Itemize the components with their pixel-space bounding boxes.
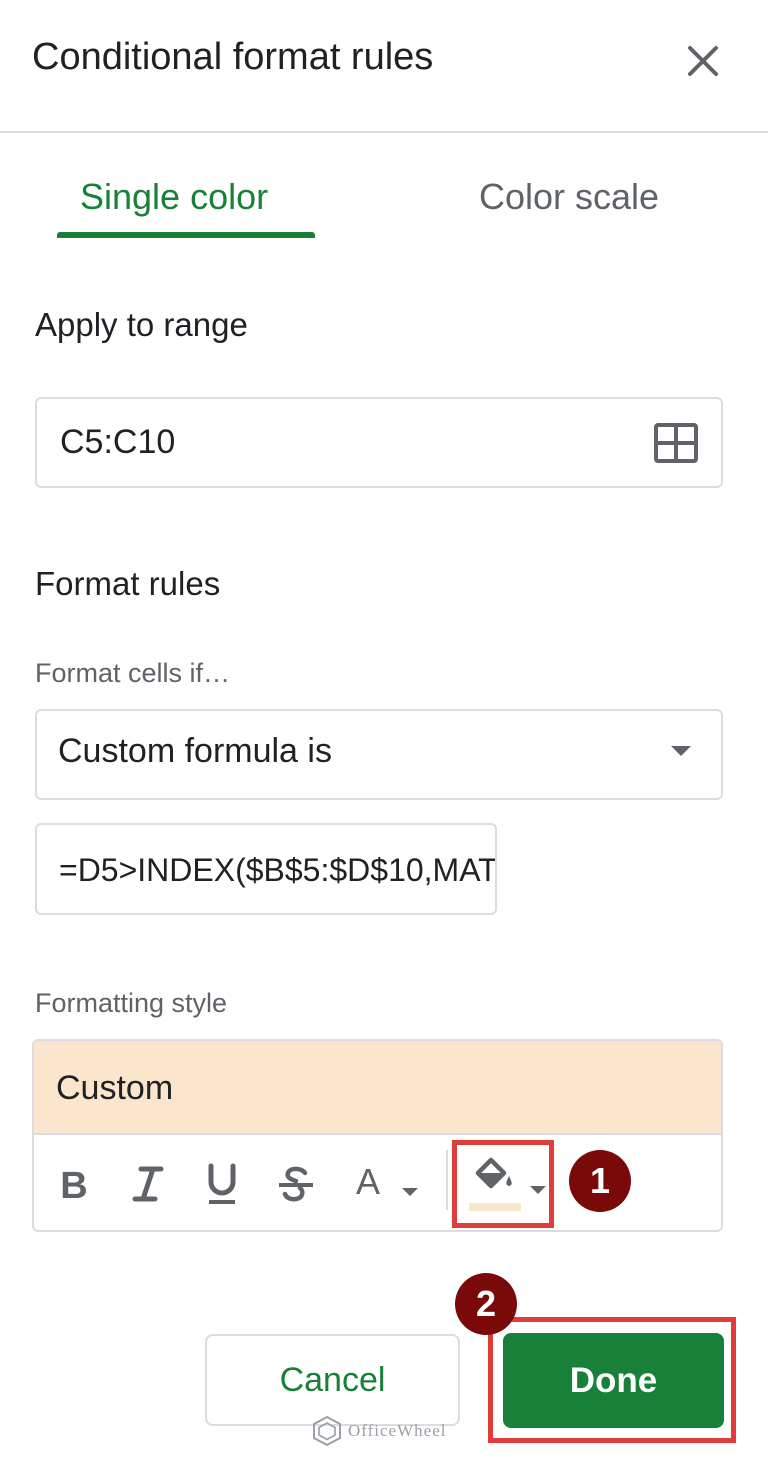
select-range-grid-icon[interactable] <box>654 423 698 463</box>
style-preview[interactable]: Custom <box>34 1041 721 1135</box>
cancel-button[interactable]: Cancel <box>205 1334 460 1426</box>
condition-select-value[interactable]: Custom formula is <box>58 728 332 774</box>
text-color-icon[interactable]: A <box>348 1156 426 1212</box>
header-divider <box>0 131 768 133</box>
formula-input-value[interactable]: =D5>INDEX($B$5:$D$10,MATCH(MAX($D$5:$D$1… <box>59 847 495 893</box>
close-icon[interactable] <box>682 40 724 82</box>
watermark-logo-icon <box>313 1415 341 1447</box>
fill-color-highlight <box>452 1140 554 1228</box>
toolbar-separator <box>446 1150 448 1210</box>
tab-single-color[interactable]: Single color <box>80 172 268 222</box>
strikethrough-icon[interactable] <box>274 1156 318 1212</box>
format-cells-if-label: Format cells if… <box>35 658 231 688</box>
watermark-text: OfficeWheel <box>348 1421 447 1440</box>
watermark: OfficeWheel <box>312 1414 446 1448</box>
done-button[interactable]: Done <box>503 1333 724 1428</box>
formula-input[interactable]: =D5>INDEX($B$5:$D$10,MATCH(MAX($D$5:$D$1… <box>35 823 497 915</box>
underline-icon[interactable] <box>202 1156 242 1212</box>
italic-icon[interactable] <box>128 1156 168 1212</box>
bold-icon[interactable]: B <box>54 1156 94 1212</box>
tab-color-scale[interactable]: Color scale <box>479 172 659 222</box>
range-input-value[interactable]: C5:C10 <box>60 419 175 465</box>
formatting-style-label: Formatting style <box>35 988 228 1018</box>
svg-text:A: A <box>356 1162 380 1202</box>
step-badge-1: 1 <box>569 1150 631 1212</box>
svg-text:B: B <box>60 1165 87 1203</box>
panel-title: Conditional format rules <box>32 36 434 78</box>
style-preview-text: Custom <box>56 1069 174 1107</box>
active-tab-indicator <box>57 232 315 238</box>
caret-down-icon[interactable] <box>671 746 691 756</box>
step-badge-2: 2 <box>455 1273 517 1335</box>
format-rules-heading: Format rules <box>35 565 221 602</box>
apply-range-heading: Apply to range <box>35 306 248 343</box>
